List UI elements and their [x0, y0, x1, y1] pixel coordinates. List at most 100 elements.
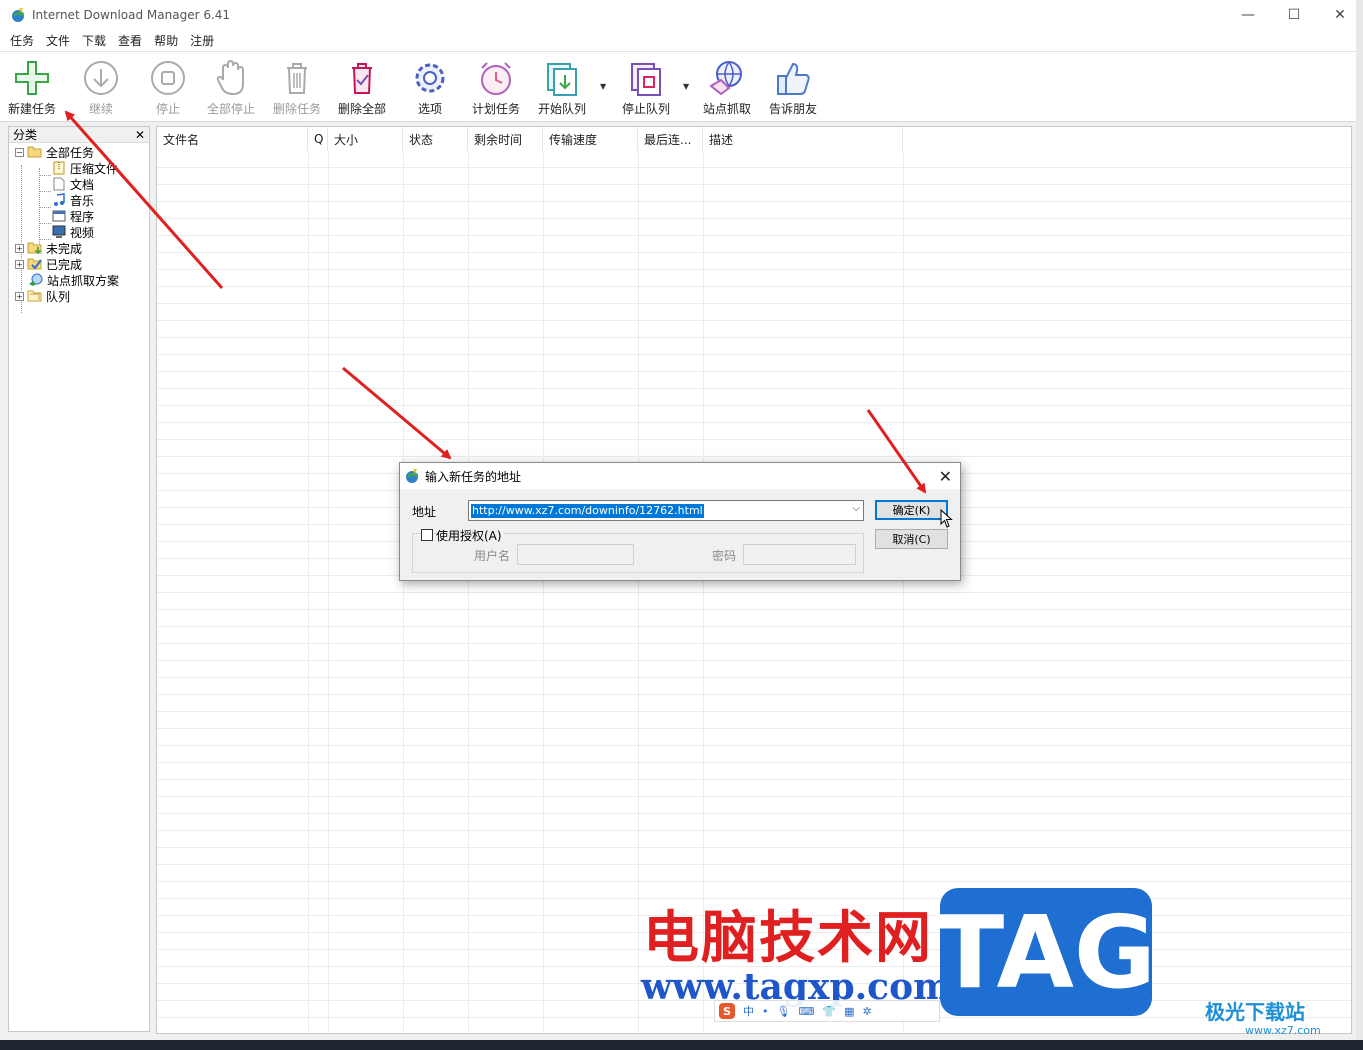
column-speed[interactable]: 传输速度	[543, 127, 638, 151]
chevron-down-icon[interactable]: ⌵	[852, 503, 860, 514]
scheduler-button[interactable]: 计划任务	[472, 58, 520, 118]
new-task-button[interactable]: 新建任务	[8, 58, 56, 118]
finished-folder-icon	[27, 258, 42, 270]
tree-item-video[interactable]: 视频	[51, 224, 94, 240]
desktop-edge	[1356, 0, 1363, 1040]
tree-item-documents[interactable]: 文档	[51, 176, 94, 192]
tree-item-music[interactable]: 音乐	[51, 192, 94, 208]
stop-button[interactable]: 停止	[148, 58, 188, 118]
download-arrow-icon	[84, 61, 118, 95]
menu-downloads[interactable]: 下载	[76, 32, 112, 49]
thumbs-up-icon	[777, 62, 810, 95]
start-queue-icon	[547, 63, 577, 96]
url-input[interactable]: http://www.xz7.com/downinfo/12762.html ⌵	[468, 500, 864, 521]
taskbar	[0, 1040, 1363, 1050]
music-note-icon	[54, 193, 65, 206]
minimize-button[interactable]: —	[1225, 0, 1271, 30]
dialog-title: 输入新任务的地址	[425, 469, 522, 484]
start-queue-button[interactable]: 开始队列	[538, 58, 586, 118]
dialog-title-bar: 输入新任务的地址 ✕	[400, 463, 960, 489]
column-time-left[interactable]: 剩余时间	[468, 127, 543, 151]
tree-item-compressed[interactable]: 压缩文件	[51, 160, 118, 176]
username-input[interactable]	[517, 544, 634, 565]
expand-icon[interactable]: +	[15, 291, 24, 301]
unfinished-folder-icon	[27, 242, 42, 255]
username-label: 用户名	[474, 549, 511, 563]
skin-icon[interactable]: 👕	[822, 1005, 836, 1018]
menu-register[interactable]: 注册	[184, 32, 220, 49]
stop-icon	[151, 61, 185, 95]
toolbox-icon[interactable]: ▦	[844, 1005, 854, 1018]
delete-all-button[interactable]: 删除全部	[338, 58, 386, 118]
stop-queue-button[interactable]: 停止队列	[622, 58, 670, 118]
menu-bar: 任务 文件 下载 查看 帮助 注册	[0, 30, 1363, 52]
collapse-icon[interactable]: −	[15, 147, 24, 157]
tree-item-finished[interactable]: + 已完成	[15, 256, 82, 272]
list-header: 文件名 Q 大小 状态 剩余时间 传输速度 最后连... 描述	[157, 127, 1351, 151]
delete-task-button[interactable]: 删除任务	[273, 58, 321, 118]
watermark-jg-url: www.xz7.com	[1245, 1024, 1321, 1037]
url-value: http://www.xz7.com/downinfo/12762.html	[471, 503, 704, 518]
column-filename[interactable]: 文件名	[157, 127, 308, 151]
start-queue-dropdown-icon[interactable]: ▼	[600, 82, 606, 91]
stop-queue-icon	[631, 63, 661, 96]
maximize-button[interactable]: ☐	[1271, 0, 1317, 30]
watermark-tag-logo: TAG	[936, 888, 1156, 1016]
grabber-globe-icon	[29, 273, 43, 286]
tree-item-unfinished[interactable]: + 未完成	[15, 240, 82, 256]
microphone-icon[interactable]: 🎙	[777, 1005, 791, 1018]
use-auth-checkbox[interactable]	[421, 529, 433, 541]
column-last-try[interactable]: 最后连...	[638, 127, 703, 151]
tree-item-grabber-projects[interactable]: 站点抓取方案	[28, 272, 119, 288]
cancel-button[interactable]: 取消(C)	[875, 529, 948, 549]
tell-friend-button[interactable]: 告诉朋友	[769, 58, 817, 118]
plus-icon	[15, 61, 49, 95]
use-auth-label: 使用授权(A)	[436, 527, 504, 544]
punctuation-icon[interactable]: •	[762, 1005, 769, 1018]
mouse-cursor-icon	[940, 509, 953, 528]
globe-grabber-icon	[709, 61, 742, 96]
window-title: Internet Download Manager 6.41	[32, 8, 231, 22]
settings-icon[interactable]: ✲	[862, 1005, 871, 1018]
close-icon: ✕	[1334, 7, 1346, 23]
tree-item-all-tasks[interactable]: − 全部任务	[15, 144, 94, 160]
menu-help[interactable]: 帮助	[148, 32, 184, 49]
ok-button[interactable]: 确定(K)	[875, 500, 948, 520]
tree-item-queues[interactable]: + 队列	[15, 288, 70, 304]
password-input[interactable]	[743, 544, 856, 565]
gear-icon	[415, 63, 445, 93]
ime-mode-label[interactable]: 中	[743, 1003, 754, 1019]
menu-view[interactable]: 查看	[112, 32, 148, 49]
ime-toolbar: S 中 • 🎙 ⌨ 👕 ▦ ✲	[714, 1000, 940, 1022]
minimize-icon: —	[1241, 7, 1255, 23]
dialog-close-icon[interactable]: ✕	[939, 467, 952, 486]
watermark-jg-text: 极光下载站	[1205, 1000, 1305, 1024]
stop-queue-dropdown-icon[interactable]: ▼	[683, 82, 689, 91]
category-panel: 分类 ✕ − 全部任务 压缩文件 文档 音乐 程序 视频 + 未完成 + 已完成…	[8, 126, 150, 1032]
category-header-label: 分类	[13, 128, 38, 142]
menu-file[interactable]: 文件	[40, 32, 76, 49]
tree-item-programs[interactable]: 程序	[51, 208, 94, 224]
expand-icon[interactable]: +	[15, 243, 24, 253]
column-status[interactable]: 状态	[403, 127, 468, 151]
address-label: 地址	[412, 505, 437, 519]
column-queue[interactable]: Q	[308, 127, 328, 151]
maximize-icon: ☐	[1287, 7, 1301, 23]
video-monitor-icon	[52, 225, 66, 238]
password-label: 密码	[712, 549, 737, 563]
resume-button[interactable]: 继续	[81, 58, 121, 118]
open-folder-icon	[27, 146, 42, 158]
close-panel-icon[interactable]: ✕	[135, 128, 145, 142]
column-description[interactable]: 描述	[703, 127, 903, 151]
expand-icon[interactable]: +	[15, 259, 24, 269]
toolbar: 新建任务 继续 停止 全部停止 删除任务 删除全部 选项 计划任务 开始队列 ▼…	[0, 52, 1363, 122]
document-icon	[53, 177, 65, 191]
keyboard-icon[interactable]: ⌨	[798, 1005, 814, 1018]
options-button[interactable]: 选项	[410, 58, 450, 118]
site-grabber-button[interactable]: 站点抓取	[703, 58, 751, 118]
menu-tasks[interactable]: 任务	[4, 32, 40, 49]
sogou-ime-icon[interactable]: S	[719, 1003, 735, 1019]
new-task-dialog: 输入新任务的地址 ✕ 地址 http://www.xz7.com/downinf…	[399, 462, 961, 581]
stop-all-button[interactable]: 全部停止	[207, 58, 255, 118]
column-size[interactable]: 大小	[328, 127, 403, 151]
